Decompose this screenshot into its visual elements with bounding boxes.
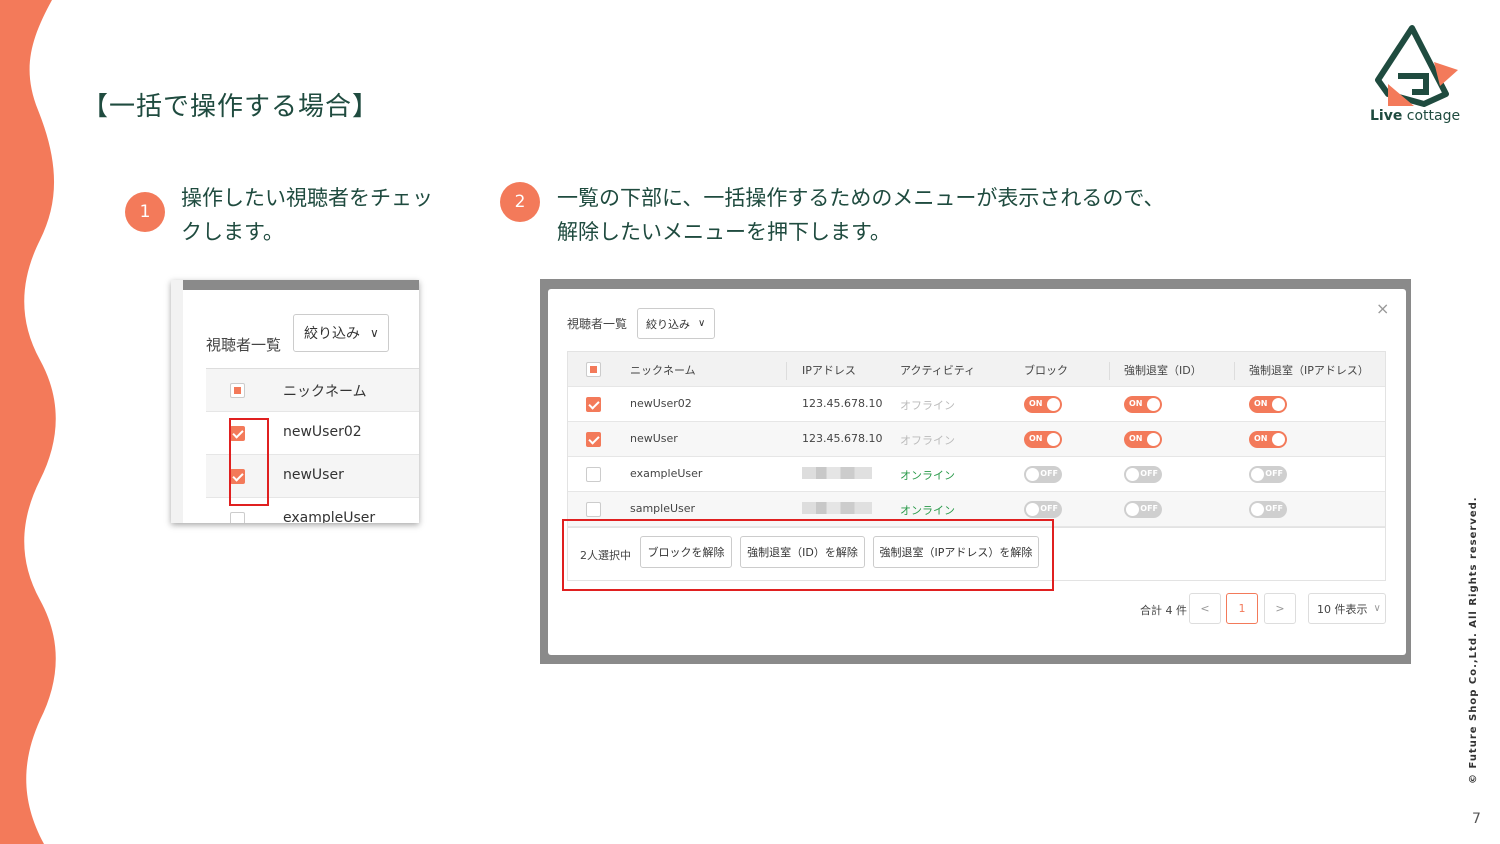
viewer-list-panel: 視聴者一覧 絞り込み ∨ ニックネーム newUser02 newUser ex…	[183, 290, 419, 523]
block-toggle[interactable]: ON	[1024, 396, 1062, 413]
nickname-cell: newUser02	[630, 397, 692, 410]
page-number: 7	[1472, 811, 1481, 827]
row-checkbox[interactable]	[586, 467, 601, 482]
step-1-badge: 1	[125, 192, 165, 232]
activity-cell: オンライン	[900, 504, 955, 517]
step-1-text: 操作したい視聴者をチェッ クします。	[181, 186, 433, 244]
kick-id-toggle[interactable]: ON	[1124, 431, 1162, 448]
header-nickname: ニックネーム	[630, 364, 696, 377]
chevron-down-icon: ∨	[1373, 603, 1381, 614]
activity-cell: オンライン	[900, 469, 955, 482]
row-checkbox[interactable]	[230, 512, 245, 523]
table-header: ニックネーム IPアドレス アクティビティ ブロック 強制退室（ID） 強制退室…	[568, 352, 1385, 387]
select-all-checkbox[interactable]	[230, 383, 245, 398]
close-icon[interactable]: ×	[1376, 299, 1389, 318]
table-row: newUser02 123.45.678.10 オフライン ON ON ON	[568, 387, 1385, 422]
kick-ip-toggle[interactable]: ON	[1249, 431, 1287, 448]
chevron-down-icon: ∨	[698, 318, 706, 329]
row-checkbox[interactable]	[586, 432, 601, 447]
per-page-label: 10 件表示	[1317, 602, 1368, 616]
filter-label: 絞り込み	[646, 317, 690, 331]
activity-cell: オフライン	[900, 434, 955, 447]
kick-id-toggle[interactable]: OFF	[1124, 466, 1162, 483]
viewer-table: ニックネーム IPアドレス アクティビティ ブロック 強制退室（ID） 強制退室…	[567, 351, 1386, 528]
activity-cell: オフライン	[900, 399, 955, 412]
select-all-checkbox[interactable]	[586, 362, 601, 377]
step-2-badge: 2	[500, 182, 540, 222]
viewer-list-label: 視聴者一覧	[567, 317, 628, 331]
screenshot-bulk-menu: 視聴者一覧 絞り込み ∨ × ニックネーム IPアドレス アクティビティ ブロッ…	[540, 279, 1411, 664]
per-page-select[interactable]: 10 件表示 ∨	[1308, 593, 1386, 624]
kick-id-toggle[interactable]: OFF	[1124, 501, 1162, 518]
table-header: ニックネーム	[206, 369, 419, 412]
nickname-cell: newUser	[630, 432, 678, 445]
kick-id-toggle[interactable]: ON	[1124, 396, 1162, 413]
viewer-list-label: 視聴者一覧	[206, 336, 282, 354]
header-activity: アクティビティ	[900, 364, 976, 377]
ip-cell: 123.45.678.10	[802, 432, 883, 445]
header-block: ブロック	[1024, 364, 1068, 377]
table-row: exampleUser オンライン OFF OFF OFF	[568, 457, 1385, 492]
block-toggle[interactable]: OFF	[1024, 466, 1062, 483]
table-row: newUser 123.45.678.10 オフライン ON ON ON	[568, 422, 1385, 457]
row-checkbox[interactable]	[586, 397, 601, 412]
kick-ip-toggle[interactable]: ON	[1249, 396, 1287, 413]
chevron-down-icon: ∨	[370, 326, 379, 340]
block-toggle[interactable]: ON	[1024, 431, 1062, 448]
prev-page-button[interactable]: <	[1189, 593, 1221, 624]
nickname-cell: newUser	[283, 467, 344, 483]
logo-text: Live cottage	[1370, 108, 1461, 124]
background-strip	[171, 280, 183, 523]
nickname-cell: exampleUser	[630, 467, 703, 480]
row-checkbox[interactable]	[586, 502, 601, 517]
nickname-cell: sampleUser	[630, 502, 696, 515]
ip-cell: 123.45.678.10	[802, 397, 883, 410]
total-count: 合計 4 件	[1140, 604, 1187, 617]
slide-title: 【一括で操作する場合】	[82, 92, 380, 122]
copyright-text: © Future Shop Co.,Ltd. All Rights reserv…	[1468, 496, 1479, 784]
header-kick-id: 強制退室（ID）	[1124, 364, 1202, 377]
screenshot-select-viewers: 視聴者一覧 絞り込み ∨ ニックネーム newUser02 newUser ex…	[171, 280, 419, 523]
live-cottage-logo: Live cottage	[1366, 24, 1466, 128]
header-ip: IPアドレス	[802, 364, 856, 377]
filter-dropdown[interactable]: 絞り込み ∨	[293, 314, 389, 352]
header-kick-ip: 強制退室（IPアドレス）	[1249, 364, 1369, 377]
decorative-wave	[0, 0, 56, 844]
kick-ip-toggle[interactable]: OFF	[1249, 466, 1287, 483]
header-nickname: ニックネーム	[283, 384, 367, 400]
kick-ip-toggle[interactable]: OFF	[1249, 501, 1287, 518]
highlight-box	[229, 418, 269, 506]
viewer-list-modal: 視聴者一覧 絞り込み ∨ × ニックネーム IPアドレス アクティビティ ブロッ…	[548, 289, 1406, 655]
nickname-cell: exampleUser	[283, 510, 376, 523]
page-1-button[interactable]: 1	[1226, 593, 1258, 624]
next-page-button[interactable]: >	[1264, 593, 1296, 624]
ip-cell-blurred	[802, 467, 872, 482]
filter-dropdown[interactable]: 絞り込み ∨	[637, 308, 715, 339]
block-toggle[interactable]: OFF	[1024, 501, 1062, 518]
filter-label: 絞り込み	[304, 326, 360, 342]
step-2-text: 一覧の下部に、一括操作するためのメニューが表示されるので、 解除したいメニューを…	[557, 186, 1165, 244]
nickname-cell: newUser02	[283, 424, 362, 440]
ip-cell-blurred	[802, 502, 872, 517]
highlight-box	[562, 519, 1054, 591]
house-logo-icon	[1375, 25, 1458, 107]
